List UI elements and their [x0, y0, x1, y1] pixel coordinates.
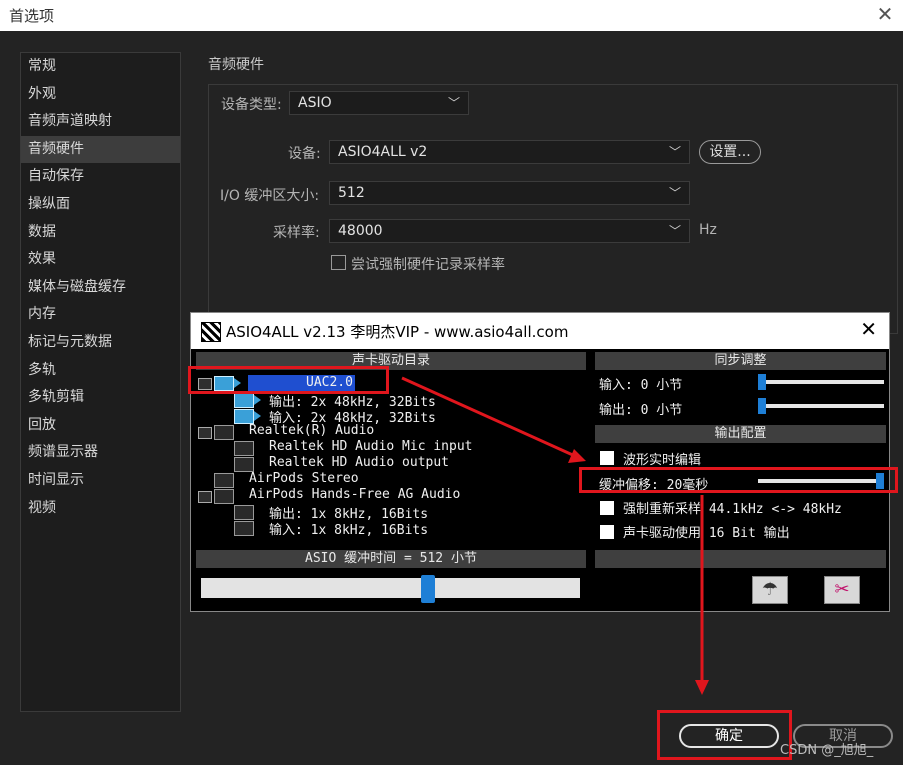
force-resample-checkbox[interactable] [600, 501, 614, 515]
sample-rate-label: 采样率: [273, 225, 320, 241]
asio4all-logo-icon [201, 322, 221, 342]
sidebar-item[interactable]: 操纵面 [21, 191, 180, 219]
device-icon[interactable] [234, 393, 254, 408]
device-icon[interactable] [234, 441, 254, 456]
watermark: CSDN @_旭旭_ [780, 743, 874, 758]
tree-item-airpods-stereo[interactable]: AirPods Stereo [249, 471, 359, 486]
buffer-size-dropdown[interactable]: 512 ﹀ [329, 181, 690, 205]
right-footer-bar [595, 550, 886, 568]
chevron-down-icon: ﹀ [668, 186, 681, 200]
device-icon[interactable] [234, 505, 254, 520]
device-type-dropdown[interactable]: ASIO ﹀ [289, 91, 469, 115]
ok-button[interactable]: 确定 [679, 724, 779, 748]
sidebar-item[interactable]: 多轨 [21, 357, 180, 385]
chevron-down-icon: ﹀ [447, 96, 460, 110]
close-icon[interactable]: ✕ [860, 317, 877, 341]
tree-item-airpods-in[interactable]: 输入: 1x 8kHz, 16Bits [269, 519, 428, 538]
device-icon[interactable] [214, 425, 234, 440]
force-sample-rate-checkbox[interactable] [331, 255, 346, 270]
input-sync-label: 输入: 0 小节 [599, 378, 683, 393]
force-sample-rate-label: 尝试强制硬件记录采样率 [351, 257, 505, 273]
realtime-edit-checkbox[interactable] [600, 451, 614, 465]
collapse-icon[interactable] [198, 491, 212, 503]
asio-buffer-slider-thumb[interactable] [421, 575, 436, 603]
collapse-icon[interactable] [198, 427, 212, 439]
tree-item-realtek-out[interactable]: Realtek HD Audio output [269, 455, 449, 470]
audio-hardware-group [208, 84, 898, 334]
sidebar-item[interactable]: 多轨剪辑 [21, 384, 180, 412]
device-type-value: ASIO [298, 95, 332, 111]
device-icon[interactable] [234, 409, 254, 424]
play-icon[interactable] [254, 411, 261, 421]
input-sync-slider[interactable] [760, 380, 884, 384]
tools-icon[interactable]: ✂ [824, 576, 860, 604]
close-icon[interactable]: ✕ [873, 2, 897, 26]
sidebar-item[interactable]: 效果 [21, 246, 180, 274]
buffer-size-label: I/O 缓冲区大小: [220, 188, 320, 204]
sidebar-item[interactable]: 外观 [21, 81, 180, 109]
settings-button[interactable]: 设置... [699, 140, 761, 164]
sidebar-item[interactable]: 自动保存 [21, 163, 180, 191]
sidebar-item[interactable]: 音频声道映射 [21, 108, 180, 136]
annotation-box-uac [188, 366, 389, 394]
parachute-icon[interactable]: ☂ [752, 576, 788, 604]
realtime-edit-label: 波形实时编辑 [623, 453, 702, 468]
sidebar-item[interactable]: 数据 [21, 219, 180, 247]
asio-buffer-text: ASIO 缓冲时间 = 512 小节 [196, 550, 586, 568]
tree-item-realtek[interactable]: Realtek(R) Audio [249, 423, 374, 438]
window-title: 首选项 [9, 7, 55, 25]
sidebar-item[interactable]: 常规 [21, 53, 180, 81]
sync-header: 同步调整 [595, 352, 886, 370]
sidebar-item[interactable]: 音频硬件 [21, 135, 180, 164]
sidebar-item[interactable]: 内存 [21, 301, 180, 329]
asio-buffer-slider-track[interactable] [201, 578, 580, 598]
device-icon[interactable] [214, 489, 234, 504]
force-resample-label: 强制重新采样 44.1kHz <-> 48kHz [623, 502, 842, 517]
annotation-box-buffer-offset [579, 467, 898, 493]
chevron-down-icon: ﹀ [668, 145, 681, 159]
device-dropdown[interactable]: ASIO4ALL v2 ﹀ [329, 140, 690, 164]
window-titlebar: 首选项 ✕ [0, 0, 903, 31]
sidebar-item[interactable]: 时间显示 [21, 467, 180, 495]
driver-16bit-label: 声卡驱动使用 16 Bit 输出 [623, 526, 790, 541]
input-sync-thumb[interactable] [758, 374, 766, 390]
sample-rate-unit: Hz [699, 222, 717, 238]
output-sync-slider[interactable] [760, 404, 884, 408]
tree-item-realtek-mic[interactable]: Realtek HD Audio Mic input [269, 439, 473, 454]
asio-titlebar: ASIO4ALL v2.13 李明杰VIP - www.asio4all.com… [191, 313, 889, 349]
sample-rate-value: 48000 [338, 223, 383, 239]
sidebar-item[interactable]: 标记与元数据 [21, 329, 180, 357]
output-config-header: 输出配置 [595, 425, 886, 443]
driver-16bit-checkbox[interactable] [600, 525, 614, 539]
buffer-size-value: 512 [338, 185, 365, 201]
device-value: ASIO4ALL v2 [338, 144, 428, 160]
sidebar-item[interactable]: 频谱显示器 [21, 439, 180, 467]
device-type-label: 设备类型: [221, 97, 282, 113]
sidebar-item[interactable]: 视频 [21, 495, 180, 523]
tree-item-airpods-hf[interactable]: AirPods Hands-Free AG Audio [249, 487, 460, 502]
output-sync-label: 输出: 0 小节 [599, 403, 683, 418]
section-title: 音频硬件 [208, 57, 264, 73]
sidebar-item[interactable]: 媒体与磁盘缓存 [21, 274, 180, 302]
sample-rate-dropdown[interactable]: 48000 ﹀ [329, 219, 690, 243]
chevron-down-icon: ﹀ [668, 224, 681, 238]
device-icon[interactable] [234, 521, 254, 536]
play-icon[interactable] [254, 395, 261, 405]
output-sync-thumb[interactable] [758, 398, 766, 414]
asio-title: ASIO4ALL v2.13 李明杰VIP - www.asio4all.com [226, 323, 569, 341]
sidebar-item[interactable]: 回放 [21, 412, 180, 440]
device-icon[interactable] [234, 457, 254, 472]
device-label: 设备: [288, 146, 321, 162]
sidebar: 常规 外观 音频声道映射 音频硬件 自动保存 操纵面 数据 效果 媒体与磁盘缓存 内存 标记与元数据… [20, 52, 181, 712]
device-icon[interactable] [214, 473, 234, 488]
